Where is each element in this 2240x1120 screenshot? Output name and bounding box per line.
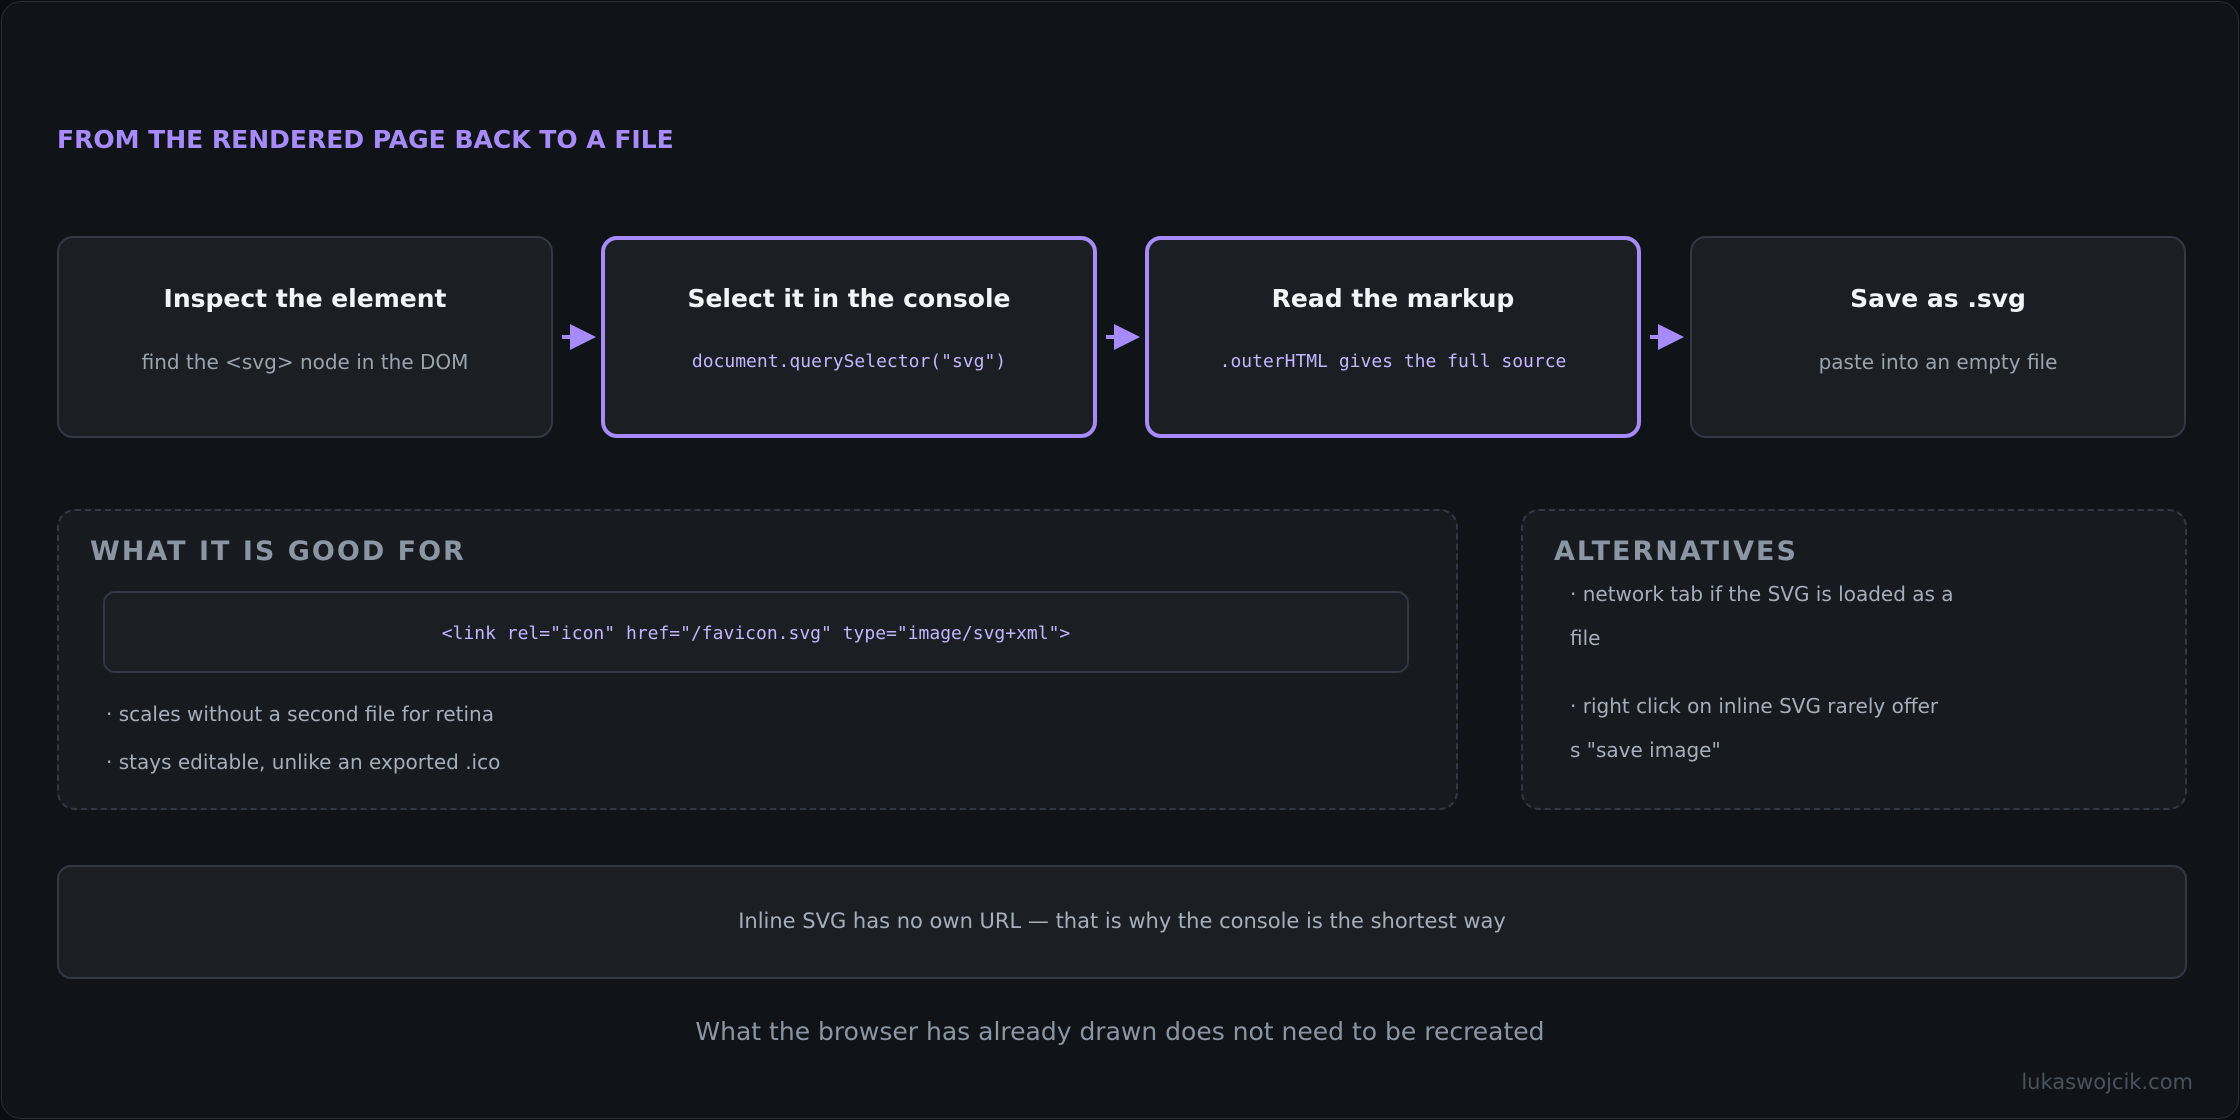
step-code: .outerHTML gives the full source [1219,351,1567,372]
tagline: What the browser has already drawn does … [695,1017,1545,1046]
step-title: Save as .svg [1850,284,2026,313]
panel-heading: ALTERNATIVES [1554,536,1798,567]
list-item: · stays editable, unlike an exported .ic… [106,750,501,774]
list-item: · scales without a second file for retin… [106,702,494,726]
step-title: Read the markup [1271,284,1515,313]
summary-note: Inline SVG has no own URL — that is why … [738,909,1506,933]
step-card-inspect: Inspect the element find the <svg> node … [57,236,553,438]
arrow-right-icon [1650,324,1684,350]
summary-note-box: Inline SVG has no own URL — that is why … [57,865,2187,979]
alternatives-panel: ALTERNATIVES · network tab if the SVG is… [1521,509,2187,810]
step-card-save: Save as .svg paste into an empty file [1690,236,2186,438]
step-title: Inspect the element [163,284,447,313]
list-item: · right click on inline SVG rarely offer [1570,694,1939,718]
step-card-markup: Read the markup .outerHTML gives the ful… [1145,236,1641,438]
diagram-title: FROM THE RENDERED PAGE BACK TO A FILE [57,125,674,154]
arrow-right-icon [1106,324,1140,350]
code-snippet-box: <link rel="icon" href="/favicon.svg" typ… [103,591,1409,673]
panel-heading: WHAT IT IS GOOD FOR [90,536,466,567]
list-item: · network tab if the SVG is loaded as a [1570,582,1954,606]
good-for-panel: WHAT IT IS GOOD FOR <link rel="icon" hre… [57,509,1458,810]
step-card-console: Select it in the console document.queryS… [601,236,1097,438]
list-item-continued: s "save image" [1570,738,1721,762]
step-description: find the <svg> node in the DOM [141,350,469,374]
step-title: Select it in the console [687,284,1011,313]
list-item-continued: file [1570,626,1601,650]
step-code: document.querySelector("svg") [691,351,1007,372]
code-snippet: <link rel="icon" href="/favicon.svg" typ… [441,623,1071,644]
step-description: paste into an empty file [1818,350,2058,374]
arrow-right-icon [562,324,596,350]
credit-link[interactable]: lukaswojcik.com [2021,1070,2193,1094]
diagram-canvas: FROM THE RENDERED PAGE BACK TO A FILE In… [1,1,2239,1119]
